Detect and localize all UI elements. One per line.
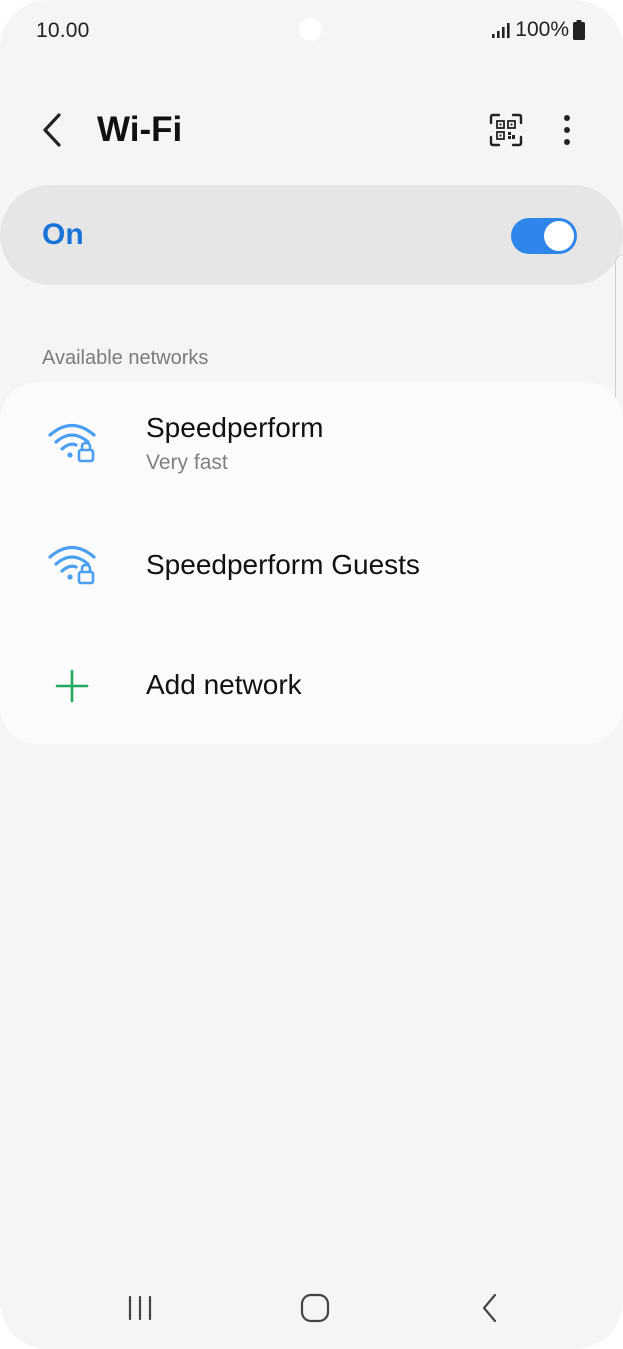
signal-icon xyxy=(491,21,511,39)
add-network-label: Add network xyxy=(146,669,302,700)
recent-apps-button[interactable] xyxy=(112,1286,168,1330)
wifi-master-switch-row[interactable]: On xyxy=(0,185,623,285)
status-bar: 10.00 100% xyxy=(0,0,623,60)
status-indicators: 100% xyxy=(491,18,585,42)
back-chevron-icon xyxy=(43,113,61,147)
qr-code-button[interactable] xyxy=(484,108,528,152)
recent-apps-icon xyxy=(128,1295,152,1321)
home-icon xyxy=(300,1293,330,1323)
qr-code-scan-icon xyxy=(489,113,523,147)
back-icon xyxy=(482,1293,497,1323)
front-camera-cutout xyxy=(299,18,322,41)
network-name: Speedperform Guests xyxy=(146,549,420,580)
navigation-bar xyxy=(0,1270,623,1349)
network-list: Speedperform Very fast Speedperform Gues… xyxy=(0,382,623,744)
nav-back-button[interactable] xyxy=(462,1286,518,1330)
wifi-toggle-switch[interactable] xyxy=(511,218,577,254)
network-item-speedperform[interactable]: Speedperform Very fast xyxy=(0,382,623,502)
app-bar: Wi-Fi xyxy=(0,92,623,168)
more-options-button[interactable] xyxy=(545,108,589,152)
add-network-item[interactable]: Add network xyxy=(0,622,623,744)
back-button[interactable] xyxy=(30,108,74,152)
toggle-knob xyxy=(544,221,574,251)
status-time: 10.00 xyxy=(36,19,90,42)
phone-screen: 10.00 100% Wi-Fi On Available networks S… xyxy=(0,0,623,1349)
home-button[interactable] xyxy=(287,1286,343,1330)
plus-icon xyxy=(55,669,89,703)
network-name: Speedperform xyxy=(146,412,324,443)
master-switch-label: On xyxy=(42,218,84,251)
more-options-icon xyxy=(564,115,570,145)
battery-icon xyxy=(573,20,585,40)
section-header-available-networks: Available networks xyxy=(42,347,209,369)
battery-percentage: 100% xyxy=(515,18,569,41)
wifi-lock-icon xyxy=(48,545,96,585)
network-status: Very fast xyxy=(146,451,228,474)
network-item-speedperform-guests[interactable]: Speedperform Guests xyxy=(0,502,623,622)
page-title: Wi-Fi xyxy=(97,110,183,149)
wifi-lock-icon xyxy=(48,423,96,463)
